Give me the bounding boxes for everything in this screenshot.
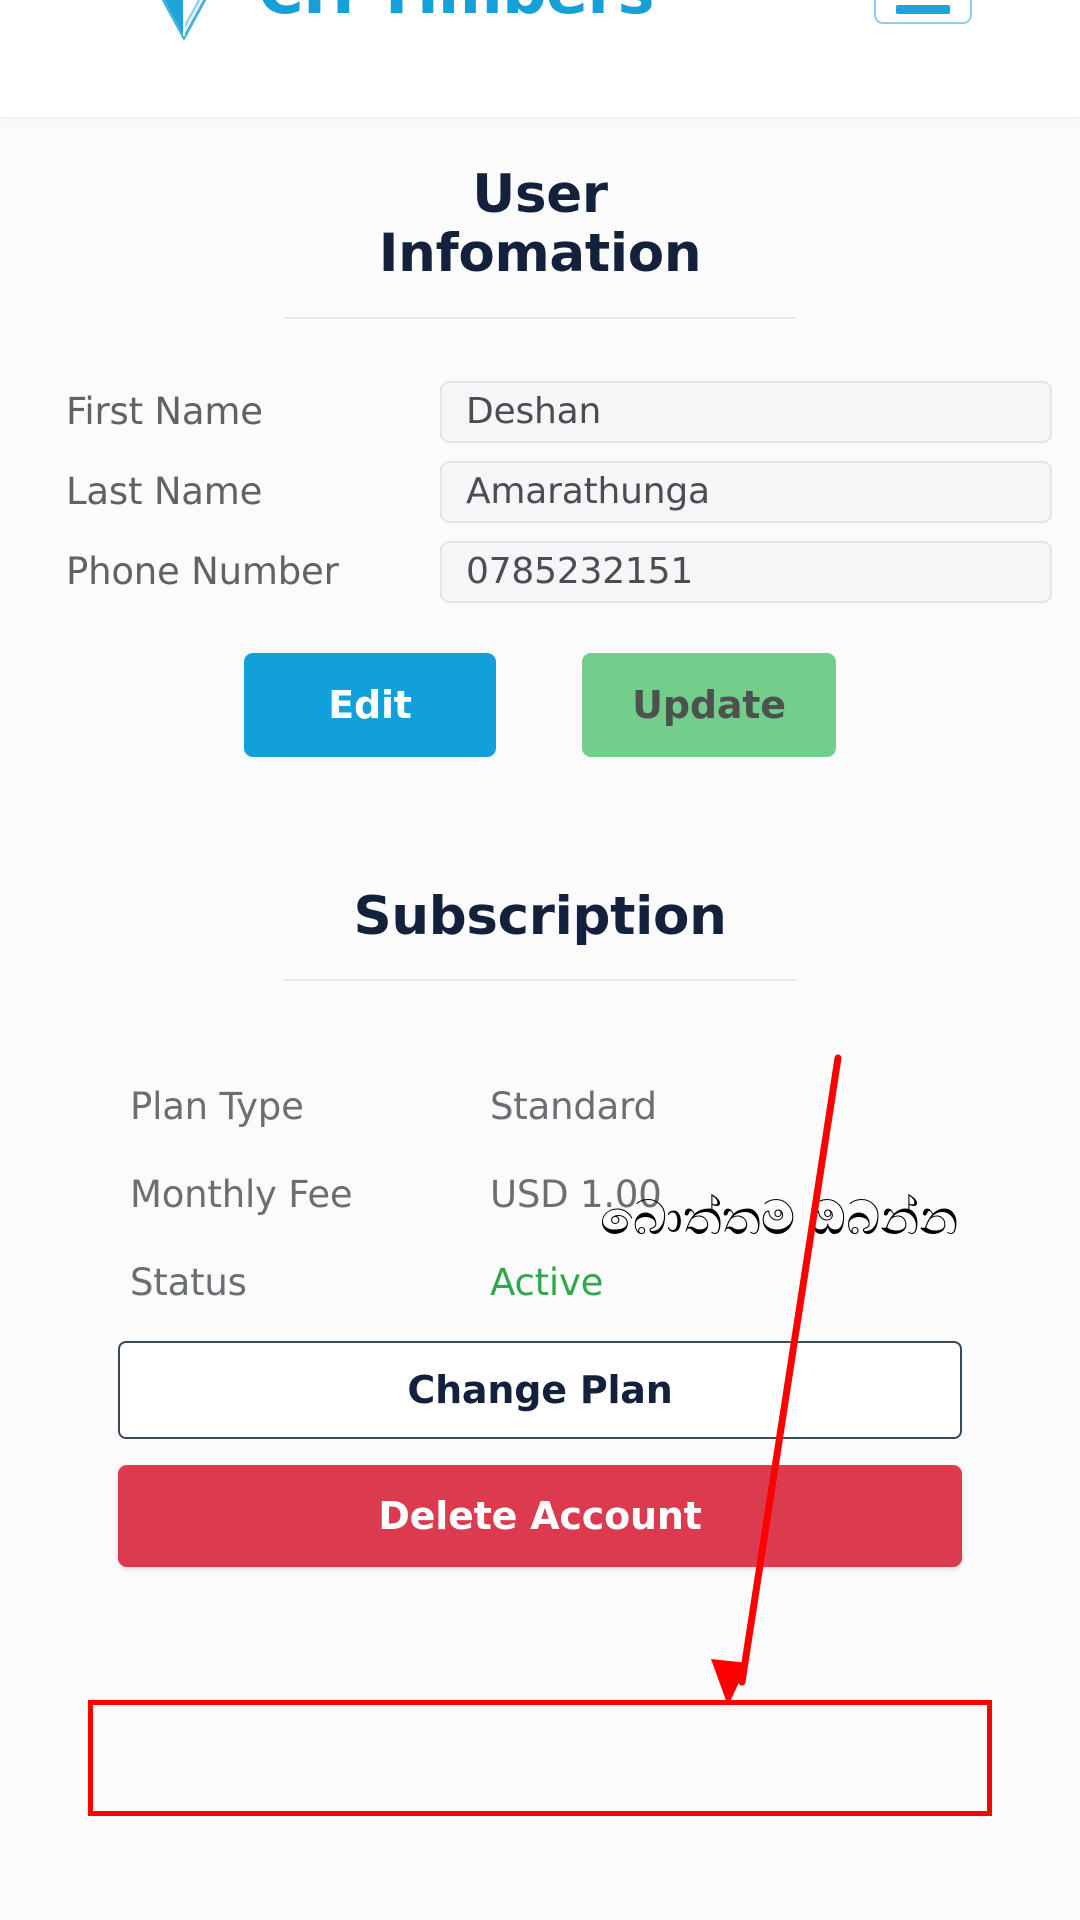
brand-logo[interactable]: CH Timbers (128, 0, 655, 44)
subscription-row-monthly-fee: Monthly Fee USD 1.00 (0, 1165, 1080, 1223)
user-heading-line-2: Infomation (378, 223, 702, 285)
monthly-fee-value: USD 1.00 (490, 1172, 662, 1216)
change-plan-wrapper: Change Plan (0, 1341, 1080, 1440)
last-name-input[interactable]: Amarathunga (440, 460, 1052, 523)
plan-type-value: Standard (490, 1084, 657, 1128)
edit-button[interactable]: Edit (244, 652, 496, 757)
change-plan-button[interactable]: Change Plan (118, 1341, 962, 1440)
menu-bar-3 (896, 4, 950, 14)
user-heading-line-1: User (472, 164, 608, 225)
first-name-label: First Name (66, 390, 263, 434)
page-root: CH Timbers User Infomation First Name De… (0, 0, 1080, 1920)
user-section-divider (284, 316, 796, 319)
triangular-prism-logo-icon (161, 0, 207, 42)
monthly-fee-label: Monthly Fee (130, 1172, 353, 1216)
first-name-input[interactable]: Deshan (440, 380, 1052, 443)
delete-account-button[interactable]: Delete Account (118, 1465, 962, 1568)
user-action-buttons: Edit Update (0, 652, 1080, 757)
form-row-last-name: Last Name Amarathunga (0, 460, 1080, 523)
plan-type-label: Plan Type (130, 1084, 304, 1128)
update-button[interactable]: Update (582, 652, 836, 757)
status-badge: Active (490, 1260, 604, 1304)
subscription-row-plan-type: Plan Type Standard (0, 1077, 1080, 1135)
user-information-heading: User Infomation (0, 165, 1080, 284)
site-header: CH Timbers (0, 0, 1080, 117)
hamburger-menu-icon[interactable] (874, 0, 972, 24)
status-label: Status (130, 1260, 247, 1304)
form-row-first-name: First Name Deshan (0, 380, 1080, 443)
form-row-phone-number: Phone Number 0785232151 (0, 540, 1080, 603)
brand-name: CH Timbers (258, 0, 655, 23)
main-content: User Infomation First Name Deshan Last N… (0, 117, 1080, 1920)
subscription-heading: Subscription (353, 885, 727, 947)
delete-account-wrapper: Delete Account (0, 1465, 1080, 1568)
subscription-section: Subscription Plan Type Standard Monthly … (0, 885, 1080, 1568)
phone-number-label: Phone Number (66, 550, 339, 594)
subscription-row-status: Status Active (0, 1253, 1080, 1311)
last-name-label: Last Name (66, 470, 263, 514)
subscription-section-divider (284, 979, 796, 982)
user-form: First Name Deshan Last Name Amarathunga … (0, 380, 1080, 757)
subscription-details: Plan Type Standard Monthly Fee USD 1.00 … (0, 1077, 1080, 1311)
phone-number-input[interactable]: 0785232151 (440, 540, 1052, 603)
